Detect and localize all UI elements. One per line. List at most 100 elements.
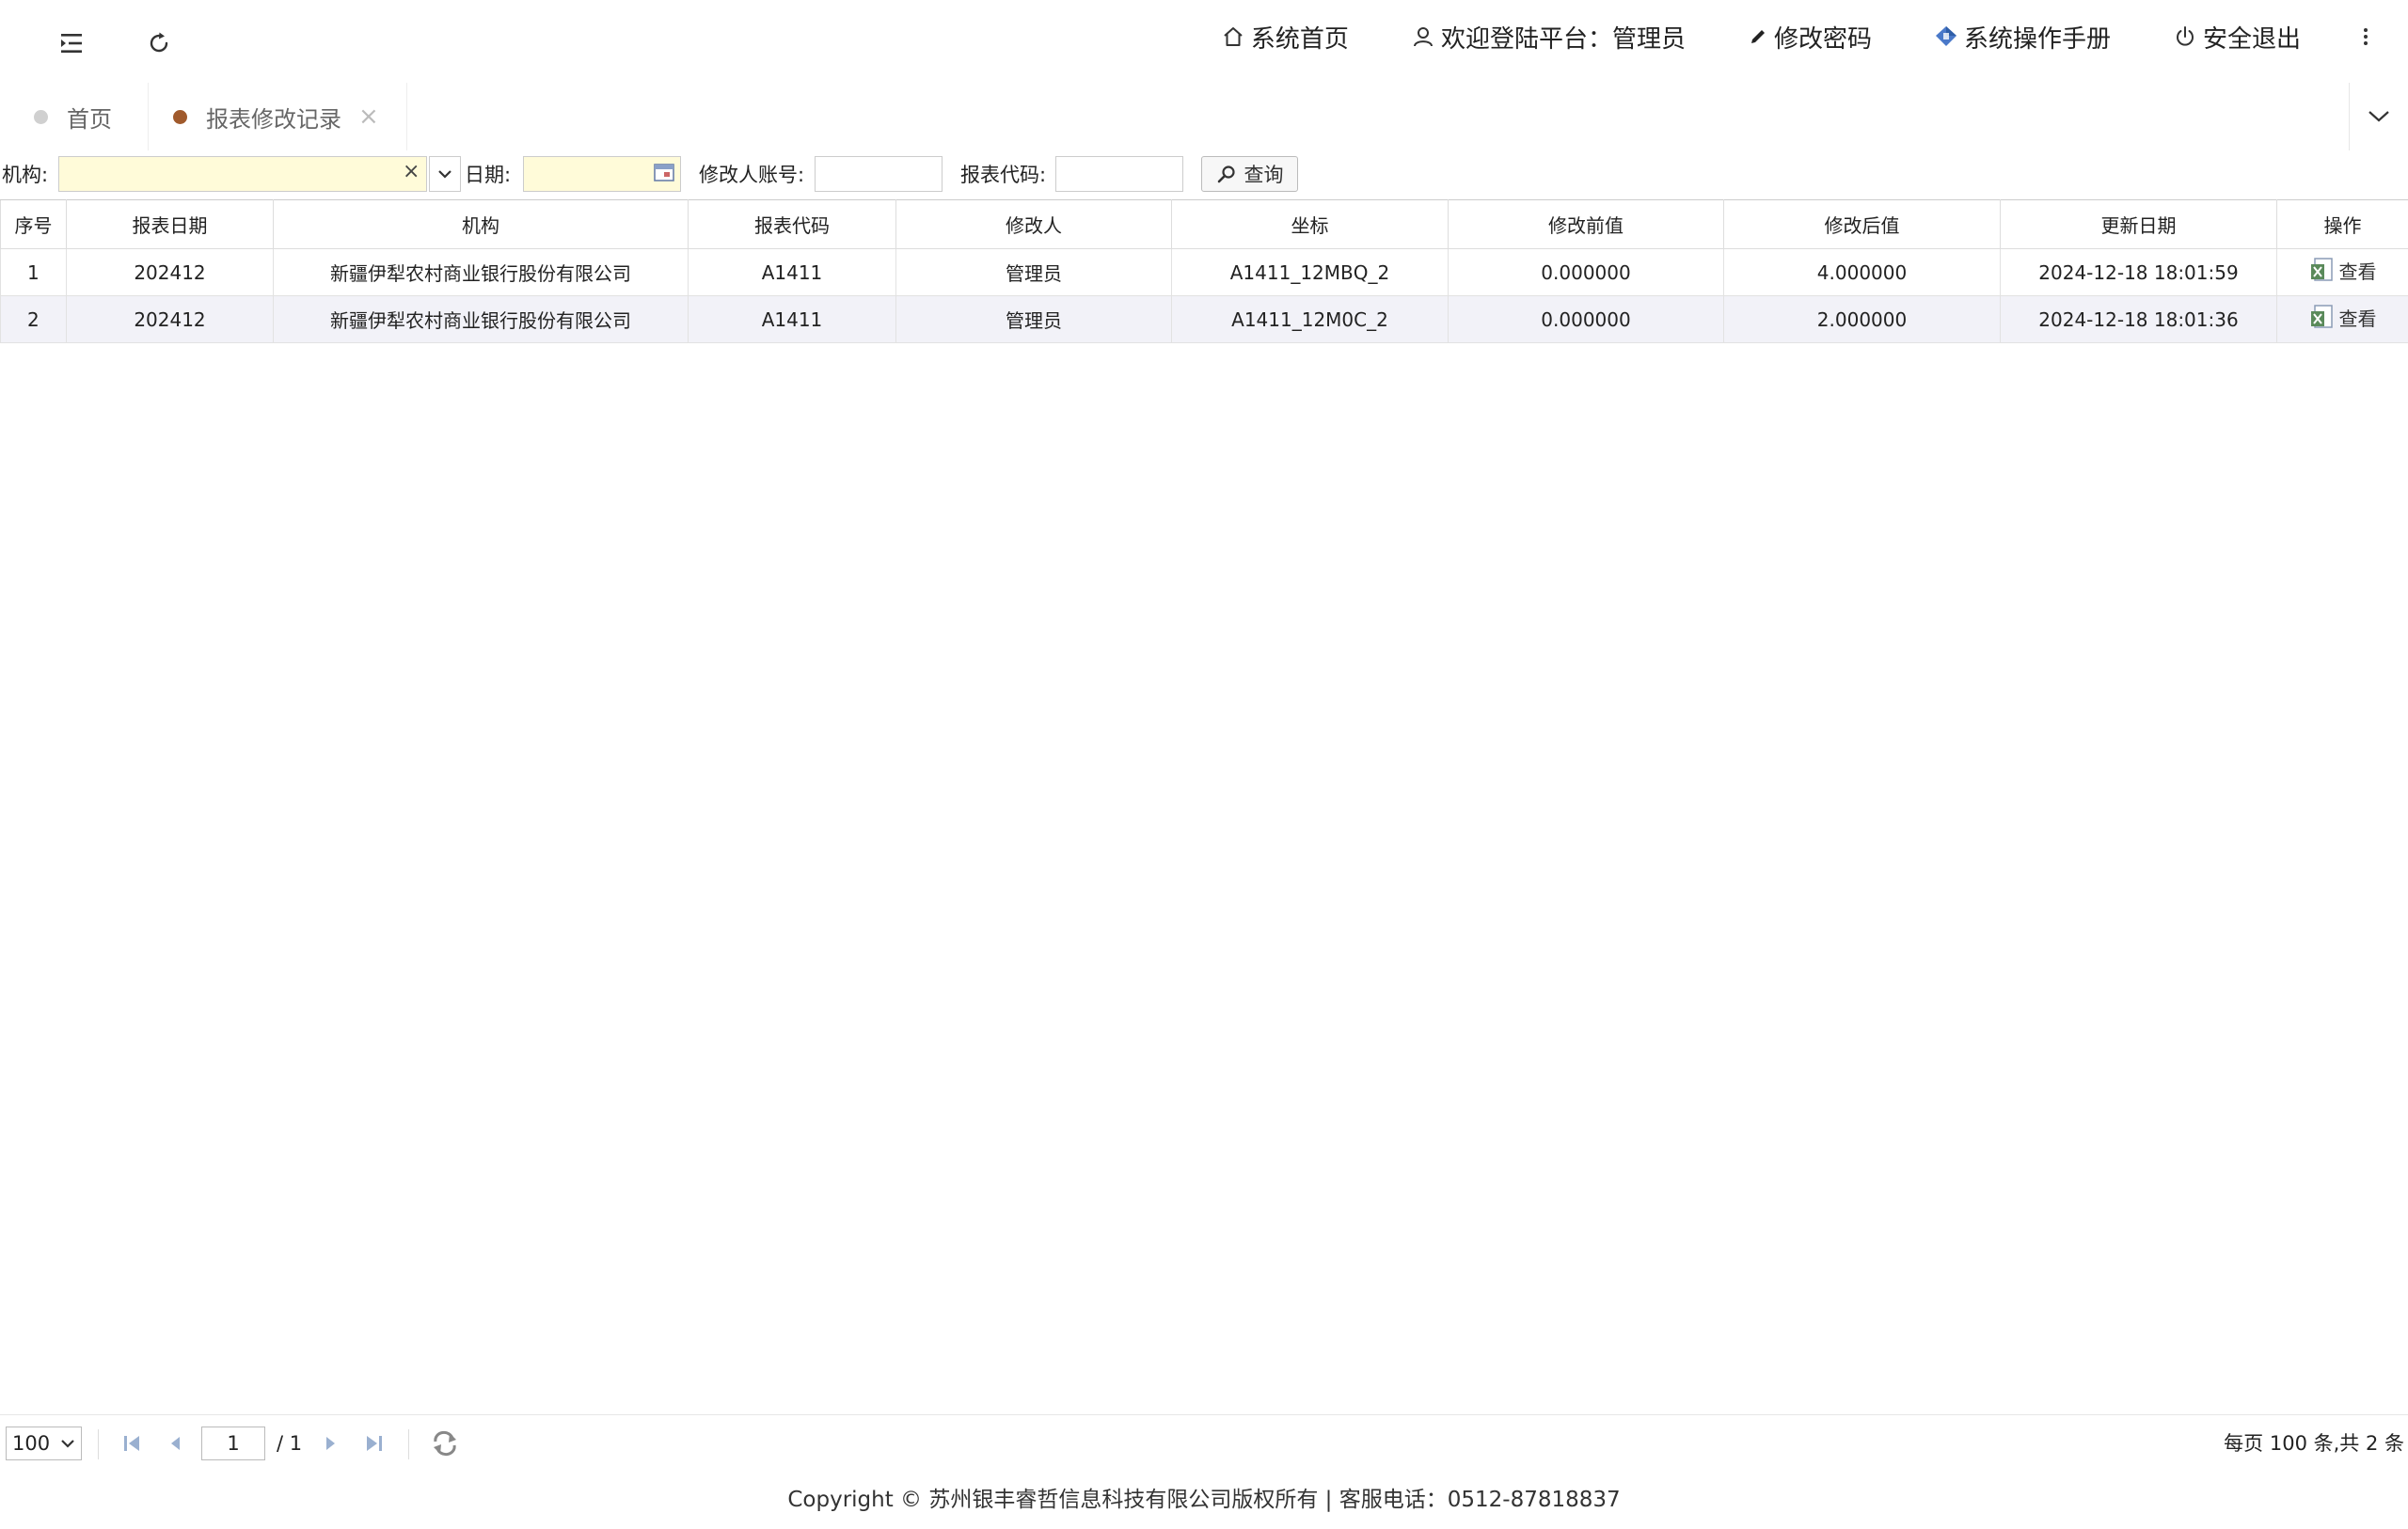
cell-coordinate: A1411_12MBQ_2 [1171, 248, 1449, 296]
filter-bar: 机构: × 日期: 修改人账号: 报表代码: 查询 [0, 150, 2408, 199]
nav-operation-manual[interactable]: 系统操作手册 [1934, 20, 2111, 55]
cell-org: 新疆伊犁农村商业银行股份有限公司 [273, 248, 689, 296]
more-menu-button[interactable] [2361, 24, 2370, 49]
table-row[interactable]: 1 202412 新疆伊犁农村商业银行股份有限公司 A1411 管理员 A141… [0, 248, 2408, 296]
calendar-button[interactable] [653, 162, 675, 187]
tab-label: 首页 [67, 105, 112, 133]
cell-index: 1 [0, 248, 67, 296]
tab-report-modify-log[interactable]: 报表修改记录 × [173, 83, 379, 150]
last-page-icon[interactable] [363, 1432, 386, 1455]
nav-change-password[interactable]: 修改密码 [1748, 20, 1872, 55]
cell-update-date: 2024-12-18 18:01:59 [2000, 248, 2277, 296]
column-header-org[interactable]: 机构 [273, 199, 689, 249]
nav-label: 修改密码 [1773, 24, 1872, 54]
view-label: 查看 [2338, 307, 2377, 330]
date-label: 日期: [465, 164, 512, 186]
cell-before-value: 0.000000 [1448, 295, 1724, 343]
tab-divider [406, 83, 407, 150]
cell-report-date: 202412 [66, 248, 274, 296]
column-header-update-date[interactable]: 更新日期 [2000, 199, 2277, 249]
chevron-down-icon [438, 170, 452, 179]
query-label: 查询 [1244, 164, 1284, 186]
more-vertical-icon [2364, 28, 2368, 45]
refresh-icon [150, 32, 168, 53]
pagination-bar: 100 1 / 1 每页 100 条,共 2 条 [0, 1414, 2408, 1472]
cell-index: 2 [0, 295, 67, 343]
cell-report-date: 202412 [66, 295, 274, 343]
cell-action: 查看 [2276, 248, 2408, 296]
excel-file-icon [2310, 258, 2333, 281]
cell-report-code: A1411 [688, 248, 896, 296]
cell-coordinate: A1411_12M0C_2 [1171, 295, 1449, 343]
tab-home[interactable]: 首页 [34, 83, 112, 150]
user-icon [1413, 27, 1433, 47]
column-header-index[interactable]: 序号 [0, 199, 67, 249]
column-header-after-value[interactable]: 修改后值 [1723, 199, 2001, 249]
top-nav: 系统首页 欢迎登陆平台：管理员 修改密码 系统操作手册 安全退出 [1221, 0, 2370, 73]
nav-label: 欢迎登陆平台：管理员 [1440, 24, 1686, 54]
org-label: 机构: [2, 164, 49, 186]
nav-label: 系统操作手册 [1963, 24, 2111, 54]
view-button[interactable]: 查看 [2309, 257, 2377, 284]
org-dropdown-button[interactable] [429, 156, 461, 192]
nav-welcome-user[interactable]: 欢迎登陆平台：管理员 [1411, 20, 1686, 55]
search-icon [1217, 166, 1235, 183]
tabs-dropdown-button[interactable] [2349, 83, 2408, 150]
copyright-footer: Copyright © 苏州银丰睿哲信息科技有限公司版权所有 | 客服电话：05… [0, 1471, 2408, 1529]
reload-icon[interactable] [431, 1430, 459, 1457]
tab-label: 报表修改记录 [206, 105, 341, 133]
column-header-before-value[interactable]: 修改前值 [1448, 199, 1724, 249]
report-code-label: 报表代码: [960, 164, 1047, 186]
table-row[interactable]: 2 202412 新疆伊犁农村商业银行股份有限公司 A1411 管理员 A141… [0, 295, 2408, 343]
page-size-value: 100 [12, 1432, 51, 1455]
home-icon [1224, 27, 1243, 46]
first-page-icon[interactable] [120, 1432, 143, 1455]
cell-report-code: A1411 [688, 295, 896, 343]
chevron-down-icon [2368, 111, 2389, 122]
org-select-input[interactable] [58, 156, 427, 192]
clear-icon[interactable]: × [403, 160, 420, 183]
column-header-report-code[interactable]: 报表代码 [688, 199, 896, 249]
nav-system-home[interactable]: 系统首页 [1221, 20, 1349, 55]
tab-close-icon[interactable]: × [358, 102, 379, 131]
current-page-input[interactable]: 1 [201, 1427, 265, 1460]
cell-action: 查看 [2276, 295, 2408, 343]
menu-collapse-icon [61, 34, 82, 53]
table-header-row: 序号 报表日期 机构 报表代码 修改人 坐标 修改前值 修改后值 更新日期 操作 [0, 199, 2408, 249]
prev-page-icon[interactable] [164, 1432, 186, 1455]
top-header: 系统首页 欢迎登陆平台：管理员 修改密码 系统操作手册 安全退出 [0, 0, 2408, 84]
column-header-coordinate[interactable]: 坐标 [1171, 199, 1449, 249]
cell-after-value: 2.000000 [1723, 295, 2001, 343]
cell-before-value: 0.000000 [1448, 248, 1724, 296]
cell-modifier: 管理员 [895, 248, 1172, 296]
nav-logout[interactable]: 安全退出 [2173, 20, 2301, 55]
column-header-report-date[interactable]: 报表日期 [66, 199, 274, 249]
tab-status-dot [34, 109, 48, 124]
modifier-account-label: 修改人账号: [699, 164, 805, 186]
view-label: 查看 [2338, 260, 2377, 283]
nav-label: 系统首页 [1250, 24, 1349, 54]
chevron-down-icon [61, 1440, 74, 1448]
nav-label: 安全退出 [2202, 24, 2301, 54]
menu-toggle-button[interactable] [45, 17, 98, 70]
excel-file-icon [2310, 305, 2333, 328]
cell-modifier: 管理员 [895, 295, 1172, 343]
total-pages: / 1 [277, 1432, 303, 1455]
cell-org: 新疆伊犁农村商业银行股份有限公司 [273, 295, 689, 343]
power-icon [2177, 26, 2194, 46]
page-tabs: 首页 报表修改记录 × [0, 83, 2408, 151]
column-header-modifier[interactable]: 修改人 [895, 199, 1172, 249]
column-header-action: 操作 [2276, 199, 2408, 249]
report-code-input[interactable] [1055, 156, 1183, 192]
next-page-icon[interactable] [320, 1432, 342, 1455]
modifier-account-input[interactable] [815, 156, 943, 192]
pencil-icon [1751, 30, 1765, 43]
pager-divider [98, 1429, 99, 1459]
tab-divider [148, 83, 149, 150]
calendar-icon [654, 164, 674, 181]
page-size-select[interactable]: 100 [6, 1427, 82, 1460]
refresh-button[interactable] [133, 17, 185, 70]
view-button[interactable]: 查看 [2309, 304, 2377, 331]
cell-after-value: 4.000000 [1723, 248, 2001, 296]
query-button[interactable]: 查询 [1201, 156, 1298, 192]
